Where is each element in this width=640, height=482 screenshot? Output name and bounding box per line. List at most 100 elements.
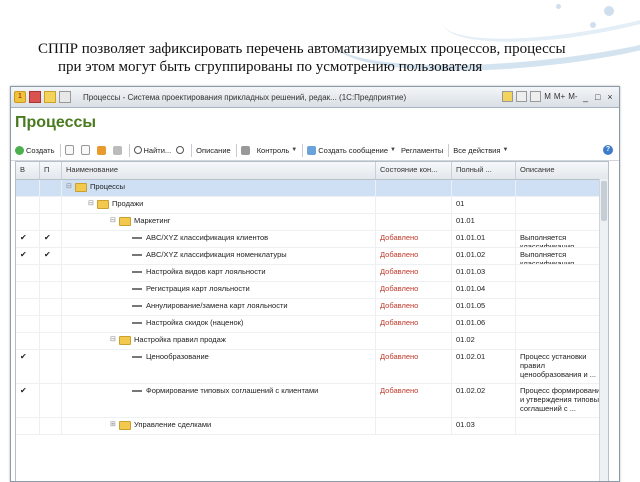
chevron-down-icon: ▼ xyxy=(291,147,298,153)
state-cell: Добавлено xyxy=(376,316,452,332)
expand-toggle-icon[interactable]: ⊟ xyxy=(66,182,75,190)
column-header-state[interactable]: Состояние кон... xyxy=(376,162,452,179)
form-heading: Процессы xyxy=(11,108,619,140)
column-header-v[interactable]: В xyxy=(16,162,40,179)
page-title: Процессы xyxy=(15,114,97,131)
state-cell: Добавлено xyxy=(376,350,452,383)
table-row[interactable]: ⊟ Продажи 01 xyxy=(16,197,608,214)
state-cell: Добавлено xyxy=(376,231,452,247)
favorites-icon[interactable] xyxy=(502,91,514,102)
process-name: Управление сделками xyxy=(134,420,212,429)
copy-button[interactable] xyxy=(80,145,92,155)
column-header-name[interactable]: Наименование xyxy=(62,162,376,179)
find-button[interactable]: Найти... xyxy=(133,146,171,155)
description-cell xyxy=(516,333,608,349)
edit-button[interactable] xyxy=(96,145,108,155)
delete-button[interactable] xyxy=(112,145,124,155)
table-row[interactable]: Настройка видов карт лояльности Добавлено… xyxy=(16,265,608,282)
check-v-cell xyxy=(16,265,40,281)
check-v-cell: ✔ xyxy=(16,350,40,383)
column-header-description[interactable]: Описание xyxy=(516,162,608,179)
folder-icon xyxy=(119,217,131,226)
check-v-cell xyxy=(16,197,40,213)
create-message-label: Создать сообщение xyxy=(318,145,389,155)
expand-toggle-icon[interactable]: ⊟ xyxy=(110,335,119,343)
toolbar: Создать Найти... Описание Контроль ▼ Соз… xyxy=(11,140,619,161)
expand-toggle-icon[interactable]: ⊟ xyxy=(88,199,97,207)
all-actions-dropdown[interactable]: Все действия ▼ xyxy=(453,146,508,155)
expand-toggle-icon[interactable]: ⊟ xyxy=(110,216,119,224)
check-v-cell: ✔ xyxy=(16,248,40,264)
scrollbar-thumb[interactable] xyxy=(601,181,607,221)
print-button[interactable] xyxy=(240,145,252,155)
name-cell: ABC/XYZ классификация номенклатуры xyxy=(62,248,376,264)
code-cell: 01.02 xyxy=(452,333,516,349)
create-button[interactable]: Создать xyxy=(15,145,55,155)
check-p-cell xyxy=(40,282,62,298)
code-cell: 01 xyxy=(452,197,516,213)
table-row[interactable]: ⊟ Процессы xyxy=(16,180,608,197)
table-row[interactable]: ✔ ✔ ABC/XYZ классификация клиентов Добавлен… xyxy=(16,231,608,248)
back-icon[interactable] xyxy=(29,91,41,103)
description-cell xyxy=(516,197,608,213)
name-cell: Формирование типовых соглашений с клиент… xyxy=(62,384,376,417)
process-table: В П Наименование Состояние кон... Полный… xyxy=(15,161,609,481)
name-cell: ⊟ Процессы xyxy=(62,180,376,196)
table-row[interactable]: ⊟ Маркетинг 01.01 xyxy=(16,214,608,231)
state-cell: Добавлено xyxy=(376,384,452,417)
process-item-icon xyxy=(132,237,142,239)
close-button[interactable]: × xyxy=(605,92,615,102)
control-label: Контроль xyxy=(256,145,290,155)
message-icon xyxy=(307,145,317,155)
regulations-label: Регламенты xyxy=(401,145,444,155)
copy-icon xyxy=(80,145,90,155)
code-cell: 01.01.02 xyxy=(452,248,516,264)
check-p-cell: ✔ xyxy=(40,231,62,247)
star-icon[interactable] xyxy=(44,91,56,103)
table-row[interactable]: ✔ Ценообразование Добавлено 01.02.01 Процесс… xyxy=(16,350,608,384)
table-row[interactable]: Регистрация карт лояльности Добавлено 01.0… xyxy=(16,282,608,299)
calendar-icon[interactable] xyxy=(516,91,528,102)
cancel-search-button[interactable] xyxy=(176,146,186,154)
name-cell: Настройка видов карт лояльности xyxy=(62,265,376,281)
expand-toggle-icon[interactable]: ⊞ xyxy=(110,420,119,428)
table-row[interactable]: ⊟ Настройка правил продаж 01.02 xyxy=(16,333,608,350)
description-cell: Процесс установки правил ценообразования… xyxy=(520,352,597,379)
create-message-dropdown[interactable]: Создать сообщение ▼ xyxy=(307,145,396,155)
minimize-button[interactable]: _ xyxy=(581,92,591,102)
check-v-cell xyxy=(16,333,40,349)
memory-plus-button[interactable]: M+ xyxy=(554,92,565,101)
column-header-p[interactable]: П xyxy=(40,162,62,179)
table-row[interactable]: ⊞ Управление сделками 01.03 xyxy=(16,418,608,435)
help-button[interactable]: ? xyxy=(603,145,613,155)
description-button[interactable]: Описание xyxy=(196,146,231,155)
name-cell: Аннулирование/замена карт лояльности xyxy=(62,299,376,315)
table-row[interactable]: ✔ Формирование типовых соглашений с клиен… xyxy=(16,384,608,418)
check-p-cell xyxy=(40,299,62,315)
process-name: Ценообразование xyxy=(146,352,209,361)
memory-button[interactable]: M xyxy=(544,92,551,101)
table-row[interactable]: Настройка скидок (наценок) Добавлено 01.01… xyxy=(16,316,608,333)
memory-minus-button[interactable]: M- xyxy=(568,92,577,101)
code-cell: 01.01.01 xyxy=(452,231,516,247)
process-item-icon xyxy=(132,254,142,256)
table-header: В П Наименование Состояние кон... Полный… xyxy=(16,162,608,180)
process-item-icon xyxy=(132,305,142,307)
control-dropdown[interactable]: Контроль ▼ xyxy=(257,146,298,155)
description-cell xyxy=(516,299,608,315)
calculator-icon[interactable] xyxy=(530,91,542,102)
check-v-cell: ✔ xyxy=(16,231,40,247)
check-p-cell xyxy=(40,316,62,332)
name-cell: Настройка скидок (наценок) xyxy=(62,316,376,332)
folder-icon xyxy=(97,200,109,209)
vertical-scrollbar[interactable] xyxy=(599,179,608,481)
create-folder-button[interactable] xyxy=(64,145,76,155)
regulations-button[interactable]: Регламенты xyxy=(401,146,443,155)
table-row[interactable]: ✔ ✔ ABC/XYZ классификация номенклатуры Доба… xyxy=(16,248,608,265)
column-header-code[interactable]: Полный ... xyxy=(452,162,516,179)
table-row[interactable]: Аннулирование/замена карт лояльности Доба… xyxy=(16,299,608,316)
maximize-button[interactable]: □ xyxy=(593,92,603,102)
code-cell: 01.03 xyxy=(452,418,516,434)
menu-icon[interactable] xyxy=(59,91,71,103)
decorative-dot xyxy=(604,6,614,16)
